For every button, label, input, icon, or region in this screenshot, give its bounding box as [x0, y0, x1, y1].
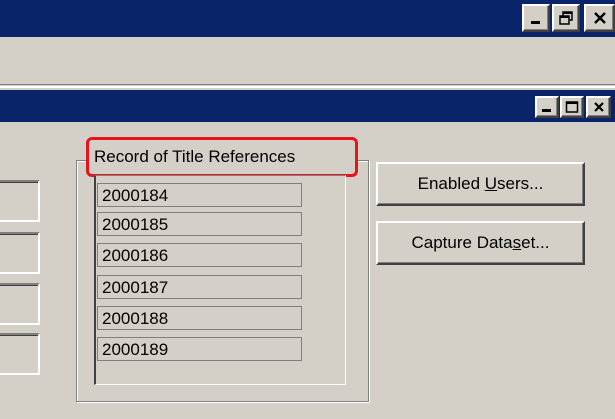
minimize-icon — [531, 21, 540, 24]
app-restore-button[interactable] — [552, 4, 580, 32]
app-minimize-button[interactable] — [522, 4, 550, 32]
doc-maximize-button[interactable] — [560, 96, 584, 118]
list-item[interactable]: 2000185 — [97, 212, 302, 236]
enabled-users-label: Enabled Users... — [417, 174, 544, 193]
minimize-icon — [542, 109, 551, 112]
doc-minimize-button[interactable] — [535, 96, 559, 118]
text-field[interactable] — [0, 180, 40, 222]
text-field[interactable] — [0, 232, 40, 274]
maximize-icon — [565, 101, 579, 113]
doc-close-button[interactable] — [586, 96, 611, 118]
app-close-button[interactable] — [584, 4, 615, 32]
text-field[interactable] — [0, 333, 40, 375]
text-field[interactable] — [0, 283, 40, 325]
document-titlebar[interactable] — [0, 90, 615, 122]
enabled-users-button[interactable]: Enabled Users... — [376, 162, 585, 206]
close-icon — [593, 102, 604, 112]
group-title: Record of Title References — [86, 137, 358, 177]
app-menubar — [0, 37, 615, 85]
list-item[interactable]: 2000189 — [97, 337, 302, 361]
menubar-divider — [0, 86, 615, 88]
list-item[interactable]: 2000186 — [97, 243, 302, 267]
close-icon — [593, 12, 606, 24]
restore-icon — [559, 11, 573, 25]
list-item[interactable]: 2000187 — [97, 275, 302, 299]
capture-dataset-button[interactable]: Capture Dataset... — [376, 221, 585, 265]
capture-dataset-label: Capture Dataset... — [411, 233, 550, 252]
list-item[interactable]: 2000184 — [97, 183, 302, 207]
list-item[interactable]: 2000188 — [97, 306, 302, 330]
